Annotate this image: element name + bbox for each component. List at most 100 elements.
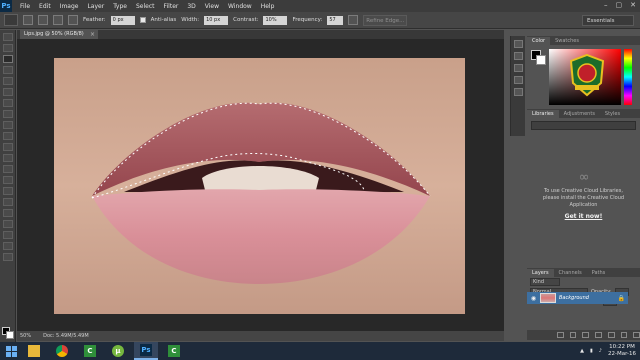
hand-tool-icon[interactable] — [2, 231, 13, 239]
document-tab-title: Lips.jpg @ 50% (RGB/8) — [24, 31, 84, 37]
delete-layer-icon[interactable] — [633, 332, 640, 338]
eyedropper-tool-icon[interactable] — [2, 88, 13, 96]
taskbar-file-explorer[interactable] — [22, 342, 46, 360]
menu-window[interactable]: Window — [228, 3, 252, 10]
taskbar-camtasia[interactable]: C — [78, 342, 102, 360]
menu-3d[interactable]: 3D — [187, 3, 195, 10]
crop-tool-icon[interactable] — [2, 77, 13, 85]
menu-select[interactable]: Select — [136, 3, 155, 10]
path-select-tool-icon[interactable] — [2, 209, 13, 217]
tray-arrow-icon[interactable]: ▲ — [580, 348, 584, 354]
document-size: Doc: 5.49M/5.49M — [43, 333, 89, 339]
taskbar-utorrent[interactable]: µ — [106, 342, 130, 360]
tab-adjustments[interactable]: Adjustments — [559, 110, 600, 118]
properties-icon[interactable] — [513, 52, 523, 60]
layer-kind-select[interactable]: Kind — [530, 278, 560, 286]
history-icon[interactable] — [513, 40, 523, 48]
adjustment-layer-icon[interactable] — [595, 332, 602, 338]
document-canvas-image[interactable] — [54, 58, 465, 314]
frequency-input[interactable]: 57 — [327, 15, 344, 25]
volume-icon[interactable]: ♪ — [599, 348, 602, 354]
gradient-tool-icon[interactable] — [2, 154, 13, 162]
layer-style-icon[interactable] — [569, 332, 577, 338]
layer-row-background[interactable]: ◉ Background 🔒 — [527, 292, 628, 304]
clock[interactable]: 10:22 PM 22-Mar-16 — [608, 344, 636, 358]
eraser-tool-icon[interactable] — [2, 143, 13, 151]
tab-layers[interactable]: Layers — [527, 269, 554, 277]
library-dropdown[interactable] — [531, 121, 636, 130]
dodge-tool-icon[interactable] — [2, 176, 13, 184]
clone-stamp-tool-icon[interactable] — [2, 121, 13, 129]
tab-channels[interactable]: Channels — [554, 269, 587, 277]
menu-edit[interactable]: Edit — [39, 3, 51, 10]
intersect-selection-icon[interactable] — [68, 15, 78, 25]
new-layer-icon[interactable] — [620, 332, 628, 338]
network-icon[interactable]: ▮ — [590, 348, 593, 354]
close-icon[interactable]: × — [90, 30, 95, 39]
shape-tool-icon[interactable] — [2, 220, 13, 228]
menu-file[interactable]: File — [20, 3, 30, 10]
antialias-checkbox[interactable] — [139, 17, 146, 23]
close-button[interactable]: ✕ — [630, 1, 636, 9]
contrast-input[interactable]: 10% — [263, 15, 288, 25]
maximize-button[interactable]: ▢ — [616, 1, 623, 9]
hue-slider[interactable] — [624, 49, 632, 105]
layers-panel-tabs: Layers Channels Paths — [527, 268, 640, 277]
healing-tool-icon[interactable] — [2, 99, 13, 107]
photoshop-icon: Ps — [140, 344, 152, 356]
edit-toolbar-icon[interactable] — [2, 253, 13, 261]
brush-tool-icon[interactable] — [2, 110, 13, 118]
add-selection-icon[interactable] — [38, 15, 48, 25]
contrast-label: Contrast: — [233, 17, 259, 23]
taskbar-camtasia-recorder[interactable]: C — [162, 342, 186, 360]
brush-presets-icon[interactable] — [513, 64, 523, 72]
quick-select-tool-icon[interactable] — [2, 66, 13, 74]
tab-libraries[interactable]: Libraries — [527, 110, 559, 118]
tab-paths[interactable]: Paths — [587, 269, 611, 277]
get-it-now-link[interactable]: Get it now! — [527, 213, 640, 220]
pen-pressure-icon[interactable] — [348, 15, 359, 25]
tab-swatches[interactable]: Swatches — [550, 37, 584, 45]
subtract-selection-icon[interactable] — [53, 15, 63, 25]
taskbar-chrome[interactable] — [50, 342, 74, 360]
document-tab[interactable]: Lips.jpg @ 50% (RGB/8) × — [20, 30, 98, 39]
background-color-swatch[interactable] — [6, 331, 14, 339]
paragraph-icon[interactable] — [513, 88, 523, 96]
history-brush-tool-icon[interactable] — [2, 132, 13, 140]
workspace-select[interactable]: Essentials — [582, 15, 634, 26]
marquee-tool-icon[interactable] — [2, 44, 13, 52]
menu-view[interactable]: View — [205, 3, 219, 10]
pen-tool-icon[interactable] — [2, 187, 13, 195]
layer-thumbnail — [540, 293, 556, 303]
new-selection-icon[interactable] — [23, 15, 33, 25]
menu-layer[interactable]: Layer — [87, 3, 104, 10]
menu-filter[interactable]: Filter — [164, 3, 179, 10]
magnetic-lasso-preset-icon[interactable] — [4, 14, 18, 26]
visibility-eye-icon[interactable]: ◉ — [530, 295, 537, 302]
width-input[interactable]: 10 px — [204, 15, 229, 25]
tab-styles[interactable]: Styles — [600, 110, 625, 118]
lasso-tool-icon[interactable] — [2, 55, 13, 63]
minimize-button[interactable]: – — [604, 1, 608, 9]
move-tool-icon[interactable] — [2, 33, 13, 41]
libraries-panel: ∞ To use Creative Cloud Libraries, pleas… — [527, 118, 640, 268]
link-layers-icon[interactable] — [557, 332, 564, 338]
start-button[interactable] — [0, 342, 22, 360]
type-tool-icon[interactable] — [2, 198, 13, 206]
panel-background-swatch[interactable] — [536, 55, 546, 65]
panel-dock — [510, 36, 525, 136]
new-group-icon[interactable] — [607, 332, 615, 338]
layer-mask-icon[interactable] — [582, 332, 590, 338]
feather-input[interactable]: 0 px — [110, 15, 135, 25]
menu-type[interactable]: Type — [113, 3, 127, 10]
layer-filter-row: Kind — [527, 277, 640, 287]
zoom-level[interactable]: 50% — [20, 333, 31, 339]
menu-help[interactable]: Help — [261, 3, 275, 10]
menu-image[interactable]: Image — [60, 3, 79, 10]
blur-tool-icon[interactable] — [2, 165, 13, 173]
zoom-tool-icon[interactable] — [2, 242, 13, 250]
refine-edge-button[interactable]: Refine Edge... — [363, 14, 408, 26]
taskbar-photoshop[interactable]: Ps — [134, 342, 158, 360]
tab-color[interactable]: Color — [527, 37, 551, 45]
character-icon[interactable] — [513, 76, 523, 84]
